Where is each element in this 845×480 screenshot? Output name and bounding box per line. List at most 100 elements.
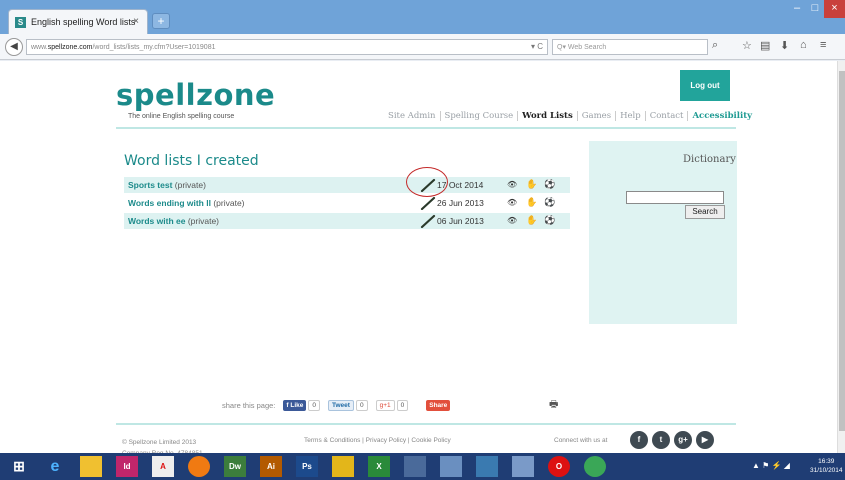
illustrator-icon[interactable]: Ai xyxy=(260,456,282,477)
list-date: 06 Jun 2013 xyxy=(437,216,484,226)
tweet-count: 0 xyxy=(355,400,368,411)
footer-divider xyxy=(116,423,736,425)
browser-navbar: ◀ www. spellzone.com /word_lists/lists_m… xyxy=(0,34,845,60)
games-ball-icon[interactable]: ⚽ xyxy=(544,215,555,226)
gplus-count: 0 xyxy=(396,400,409,411)
web-search-input[interactable]: Q▾ Web Search xyxy=(552,39,708,55)
scroll-thumb[interactable] xyxy=(839,71,845,431)
annotation-circle xyxy=(406,167,448,197)
system-tray-icons[interactable]: ▲ ⚑ ⚡ ◢ xyxy=(752,461,790,470)
practice-icon[interactable]: ✋ xyxy=(526,215,537,226)
opera-icon[interactable]: O xyxy=(548,456,570,477)
site-favicon-icon: S xyxy=(15,16,26,28)
spellzone-logo[interactable]: spellzone xyxy=(116,78,275,112)
google-plus-button[interactable]: g+1 xyxy=(375,400,395,411)
page-title: Word lists I created xyxy=(124,153,259,169)
edit-pencil-icon[interactable] xyxy=(420,214,436,228)
search-placeholder: Web Search xyxy=(567,43,607,51)
view-eye-icon[interactable]: 👁 xyxy=(507,216,517,225)
share-button[interactable]: Share xyxy=(426,400,451,411)
share-bar: share this page: f Like 0 Tweet 0 g+1 0 … xyxy=(222,400,452,411)
internet-explorer-icon[interactable]: e xyxy=(44,456,66,477)
app-icon[interactable] xyxy=(332,456,354,477)
nav-contact[interactable]: Contact xyxy=(646,111,689,121)
file-explorer-icon[interactable] xyxy=(80,456,102,477)
web-page: spellzone The online English spelling co… xyxy=(0,61,845,457)
main-nav: Site Admin Spelling Course Word Lists Ga… xyxy=(384,111,756,121)
nav-accessibility[interactable]: Accessibility xyxy=(688,111,756,121)
games-ball-icon[interactable]: ⚽ xyxy=(544,197,555,208)
facebook-icon[interactable]: f xyxy=(630,431,648,449)
dictionary-input[interactable] xyxy=(626,191,724,204)
new-tab-button[interactable]: + xyxy=(152,13,170,29)
edit-pencil-icon[interactable] xyxy=(420,196,436,210)
url-domain: spellzone.com xyxy=(47,43,93,51)
app-icon[interactable] xyxy=(404,456,426,477)
view-eye-icon[interactable]: 👁 xyxy=(507,198,517,207)
footer-links[interactable]: Terms & Conditions | Privacy Policy | Co… xyxy=(304,437,451,444)
photoshop-icon[interactable]: Ps xyxy=(296,456,318,477)
word-list-link[interactable]: Sports test (private) xyxy=(128,180,206,190)
windows-start-icon[interactable]: ⊞ xyxy=(8,456,30,477)
site-tagline: The online English spelling course xyxy=(128,113,235,120)
search-go-icon[interactable]: ⌕ xyxy=(712,39,718,52)
like-count: 0 xyxy=(308,400,320,411)
games-ball-icon[interactable]: ⚽ xyxy=(544,179,555,190)
nav-games[interactable]: Games xyxy=(578,111,617,121)
chrome-icon[interactable] xyxy=(584,456,606,477)
nav-help[interactable]: Help xyxy=(616,111,646,121)
youtube-icon[interactable]: ▶ xyxy=(696,431,714,449)
print-icon[interactable]: 🖶 xyxy=(549,397,558,414)
reload-icon[interactable]: ▾ C xyxy=(531,42,543,51)
close-window-button[interactable]: × xyxy=(824,0,845,18)
downloads-icon[interactable]: ⬇ xyxy=(780,39,789,52)
facebook-like-button[interactable]: f Like xyxy=(283,400,307,411)
windows-taskbar: ⊞ e Id A Dw Ai Ps X O ▲ ⚑ ⚡ ◢ 16:39 31/1… xyxy=(0,453,845,480)
browser-tab[interactable]: S English spelling Word lists × xyxy=(8,9,148,34)
acrobat-icon[interactable]: A xyxy=(152,456,174,477)
tab-close-icon[interactable]: × xyxy=(133,16,139,27)
minimize-button[interactable]: – xyxy=(788,0,806,18)
logout-button[interactable]: Log out xyxy=(680,70,730,101)
word-list-row: Words with ee (private) 06 Jun 2013 👁 ✋ … xyxy=(124,213,570,229)
search-engine-icon: Q▾ xyxy=(557,44,568,51)
dreamweaver-icon[interactable]: Dw xyxy=(224,456,246,477)
app-icon[interactable] xyxy=(440,456,462,477)
browser-titlebar: S English spelling Word lists × + – □ × xyxy=(0,0,845,34)
share-label: share this page: xyxy=(222,401,276,410)
header-divider xyxy=(116,127,736,129)
page-scrollbar[interactable] xyxy=(837,61,845,453)
word-list-link[interactable]: Words with ee (private) xyxy=(128,216,219,226)
practice-icon[interactable]: ✋ xyxy=(526,179,537,190)
bookmarks-list-icon[interactable]: ▤ xyxy=(760,39,770,52)
maximize-button[interactable]: □ xyxy=(806,0,824,18)
bookmark-star-icon[interactable]: ☆ xyxy=(742,39,752,52)
word-list-link[interactable]: Words ending with ll (private) xyxy=(128,198,245,208)
clock[interactable]: 16:39 31/10/2014 xyxy=(810,457,843,475)
url-prefix: www. xyxy=(31,43,48,51)
view-eye-icon[interactable]: 👁 xyxy=(507,180,517,189)
indesign-icon[interactable]: Id xyxy=(116,456,138,477)
word-list-row: Words ending with ll (private) 26 Jun 20… xyxy=(124,195,570,211)
home-icon[interactable]: ⌂ xyxy=(800,39,807,51)
dictionary-search-button[interactable]: Search xyxy=(685,205,725,219)
app-icon[interactable] xyxy=(512,456,534,477)
firefox-icon[interactable] xyxy=(188,456,210,477)
dictionary-panel: Dictionary Search xyxy=(589,141,737,324)
word-list-row: Sports test (private) 17 Oct 2014 👁 ✋ ⚽ xyxy=(124,177,570,193)
footer-connect-label: Connect with us at xyxy=(554,437,608,444)
google-plus-icon[interactable]: g+ xyxy=(674,431,692,449)
list-date: 26 Jun 2013 xyxy=(437,198,484,208)
url-bar[interactable]: www. spellzone.com /word_lists/lists_my.… xyxy=(26,39,548,55)
tweet-button[interactable]: Tweet xyxy=(328,400,354,411)
excel-icon[interactable]: X xyxy=(368,456,390,477)
nav-site-admin[interactable]: Site Admin xyxy=(384,111,441,121)
back-button[interactable]: ◀ xyxy=(5,38,23,56)
practice-icon[interactable]: ✋ xyxy=(526,197,537,208)
url-path: /word_lists/lists_my.cfm?User=1019081 xyxy=(92,43,216,51)
nav-spelling-course[interactable]: Spelling Course xyxy=(441,111,519,121)
menu-icon[interactable]: ≡ xyxy=(820,39,826,51)
nav-word-lists[interactable]: Word Lists xyxy=(518,111,578,121)
app-icon[interactable] xyxy=(476,456,498,477)
twitter-icon[interactable]: t xyxy=(652,431,670,449)
